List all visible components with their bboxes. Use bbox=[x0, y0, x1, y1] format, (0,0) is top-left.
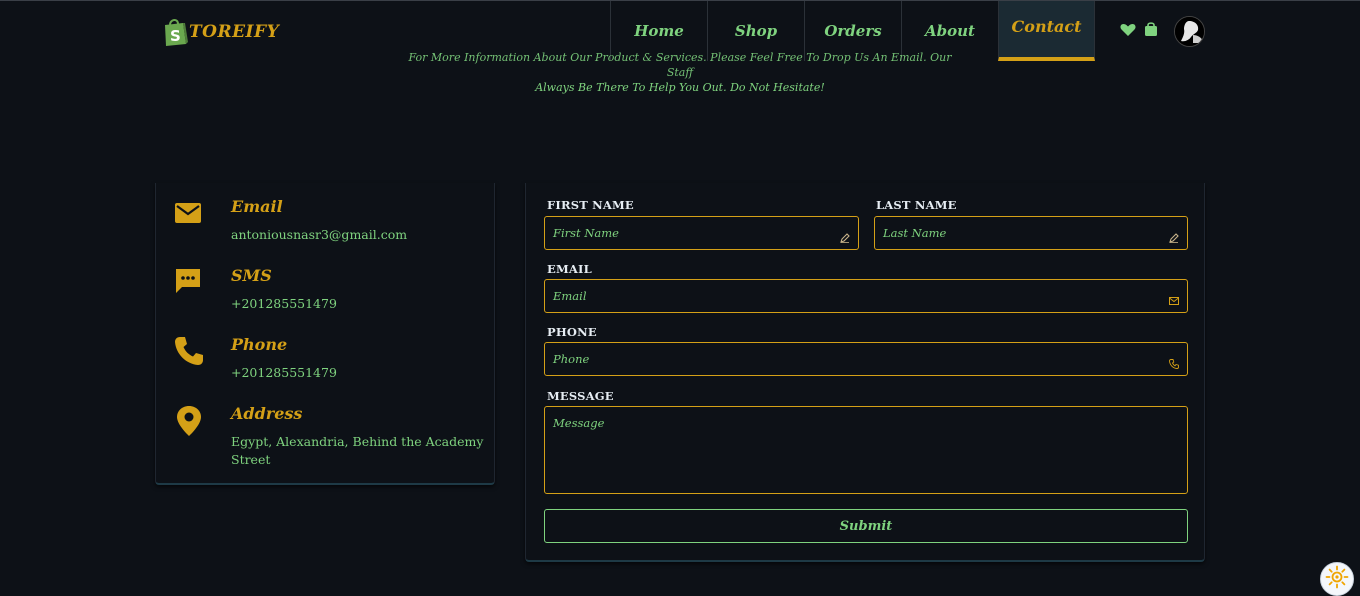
nav-icons bbox=[1120, 21, 1158, 41]
contact-phone-title: Phone bbox=[231, 335, 288, 354]
message-label: MESSAGE bbox=[547, 389, 614, 403]
chat-bubble-icon bbox=[174, 267, 204, 297]
contact-sms-title: SMS bbox=[231, 266, 272, 285]
first-name-input[interactable]: First Name bbox=[544, 216, 859, 250]
phone-label: PHONE bbox=[547, 325, 597, 339]
nav-contact[interactable]: Contact bbox=[998, 1, 1095, 61]
pencil-icon bbox=[1169, 228, 1179, 243]
contact-address-value: Egypt, Alexandria, Behind the Academy St… bbox=[231, 434, 484, 467]
last-name-label: LAST NAME bbox=[876, 198, 957, 212]
mail-icon bbox=[174, 198, 204, 228]
contact-email-value[interactable]: antoniousnasr3@gmail.com bbox=[231, 226, 491, 244]
shopping-bag-icon: S bbox=[162, 18, 188, 46]
email-input[interactable]: Email bbox=[544, 279, 1188, 313]
theme-toggle-button[interactable] bbox=[1320, 562, 1354, 596]
brand-logo[interactable]: S TOREIFY bbox=[162, 17, 279, 47]
contact-form: FIRST NAME First Name LAST NAME Last Nam… bbox=[525, 183, 1205, 562]
contact-sms-value[interactable]: +201285551479 bbox=[231, 295, 491, 313]
phone-input[interactable]: Phone bbox=[544, 342, 1188, 376]
cart-bag-icon[interactable] bbox=[1144, 21, 1158, 41]
avatar[interactable] bbox=[1174, 16, 1205, 47]
contact-phone-value[interactable]: +201285551479 bbox=[231, 364, 491, 382]
phone-icon bbox=[1169, 354, 1179, 369]
brand-logo-letter: S bbox=[170, 27, 181, 45]
contact-info-card: Email antoniousnasr3@gmail.com SMS +2012… bbox=[155, 183, 495, 485]
intro-text: For More Information About Our Product &… bbox=[400, 50, 960, 95]
email-label: EMAIL bbox=[547, 262, 592, 276]
sun-icon bbox=[1325, 565, 1349, 593]
intro-line-2: Always Be There To Help You Out. Do Not … bbox=[535, 81, 825, 94]
email-placeholder: Email bbox=[553, 289, 587, 303]
contact-address-title: Address bbox=[231, 404, 303, 423]
last-name-placeholder: Last Name bbox=[883, 226, 947, 240]
location-pin-icon bbox=[174, 405, 204, 436]
brand-name: TOREIFY bbox=[189, 22, 280, 42]
message-textarea[interactable]: Message bbox=[544, 406, 1188, 494]
phone-icon bbox=[174, 336, 204, 366]
intro-line-1: For More Information About Our Product &… bbox=[408, 51, 952, 79]
envelope-icon bbox=[1169, 291, 1179, 305]
heart-icon[interactable] bbox=[1120, 22, 1136, 41]
contact-email-title: Email bbox=[231, 197, 283, 216]
submit-button[interactable]: Submit bbox=[544, 509, 1188, 543]
phone-placeholder: Phone bbox=[553, 352, 590, 366]
first-name-placeholder: First Name bbox=[553, 226, 619, 240]
message-placeholder: Message bbox=[553, 416, 605, 430]
pencil-icon bbox=[840, 228, 850, 243]
first-name-label: FIRST NAME bbox=[547, 198, 634, 212]
last-name-input[interactable]: Last Name bbox=[874, 216, 1188, 250]
